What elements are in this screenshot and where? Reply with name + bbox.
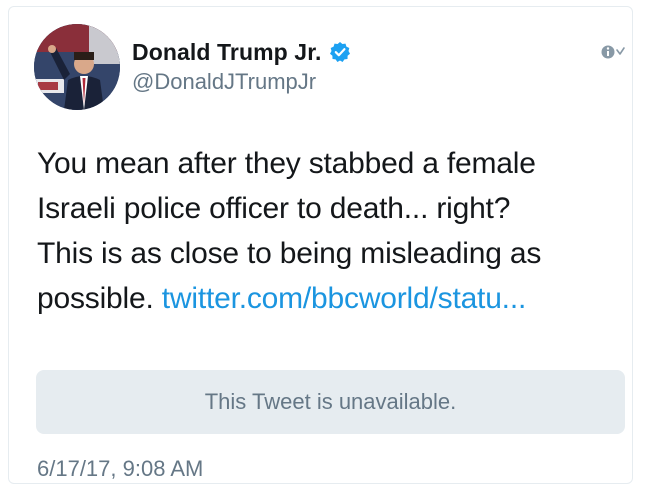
tweet-text-line-with-link: possible. twitter.com/bbcworld/statu...: [37, 276, 637, 321]
tweet-timestamp[interactable]: 6/17/17, 9:08 AM: [37, 456, 203, 482]
tweet-link[interactable]: twitter.com/bbcworld/statu...: [162, 282, 527, 315]
tweet-body: You mean after they stabbed a female Isr…: [37, 141, 637, 321]
avatar-photo: [34, 24, 120, 110]
author-display-name[interactable]: Donald Trump Jr.: [132, 39, 321, 66]
tweet-text-line: You mean after they stabbed a female: [37, 147, 536, 180]
quoted-tweet-unavailable-message: This Tweet is unavailable.: [204, 389, 457, 414]
verified-badge-icon: [329, 41, 351, 63]
author-handle[interactable]: @DonaldJTrumpJr: [132, 69, 316, 95]
quoted-tweet-box[interactable]: This Tweet is unavailable.: [36, 370, 625, 434]
tweet-card: Donald Trump Jr. @DonaldJTrumpJr You mea…: [8, 6, 633, 484]
avatar[interactable]: [34, 24, 120, 110]
info-chevron-icon[interactable]: [600, 42, 628, 62]
tweet-text-line: Israeli police officer to death... right…: [37, 192, 511, 225]
author-name-row[interactable]: Donald Trump Jr.: [132, 37, 351, 67]
tweet-text-line: This is as close to being misleading as: [37, 237, 542, 270]
tweet-text-line: possible.: [37, 282, 162, 315]
